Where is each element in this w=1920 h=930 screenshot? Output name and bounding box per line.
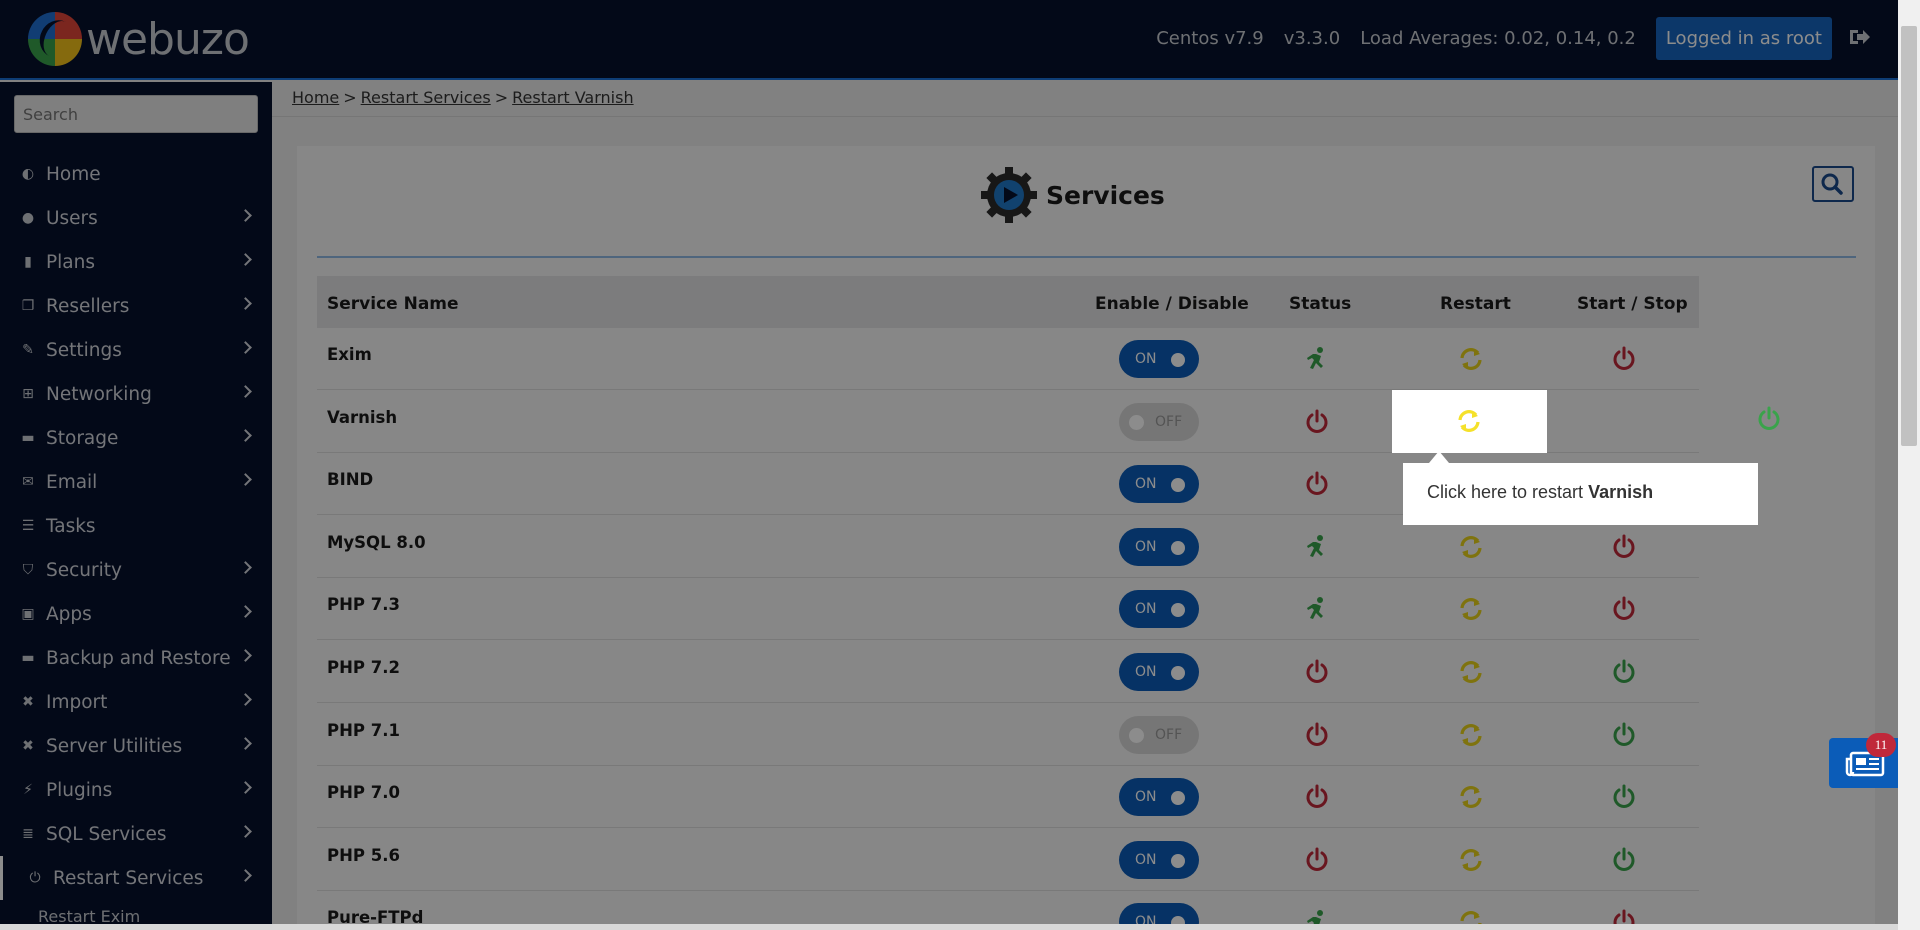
horizontal-scrollbar[interactable] — [0, 924, 1898, 930]
news-badge: 11 — [1866, 733, 1896, 757]
tooltip-text: Click here to restart — [1427, 482, 1584, 502]
tooltip-service: Varnish — [1588, 482, 1654, 502]
tooltip-arrow — [1429, 451, 1449, 463]
highlighted-restart-varnish[interactable] — [1392, 390, 1780, 453]
vertical-scrollbar[interactable] — [1898, 0, 1920, 930]
scrollbar-thumb[interactable] — [1901, 26, 1917, 446]
start-power-icon[interactable] — [1756, 406, 1782, 432]
restart-icon[interactable] — [1456, 408, 1482, 434]
tour-tooltip: Click here to restart Varnish — [1403, 463, 1758, 525]
